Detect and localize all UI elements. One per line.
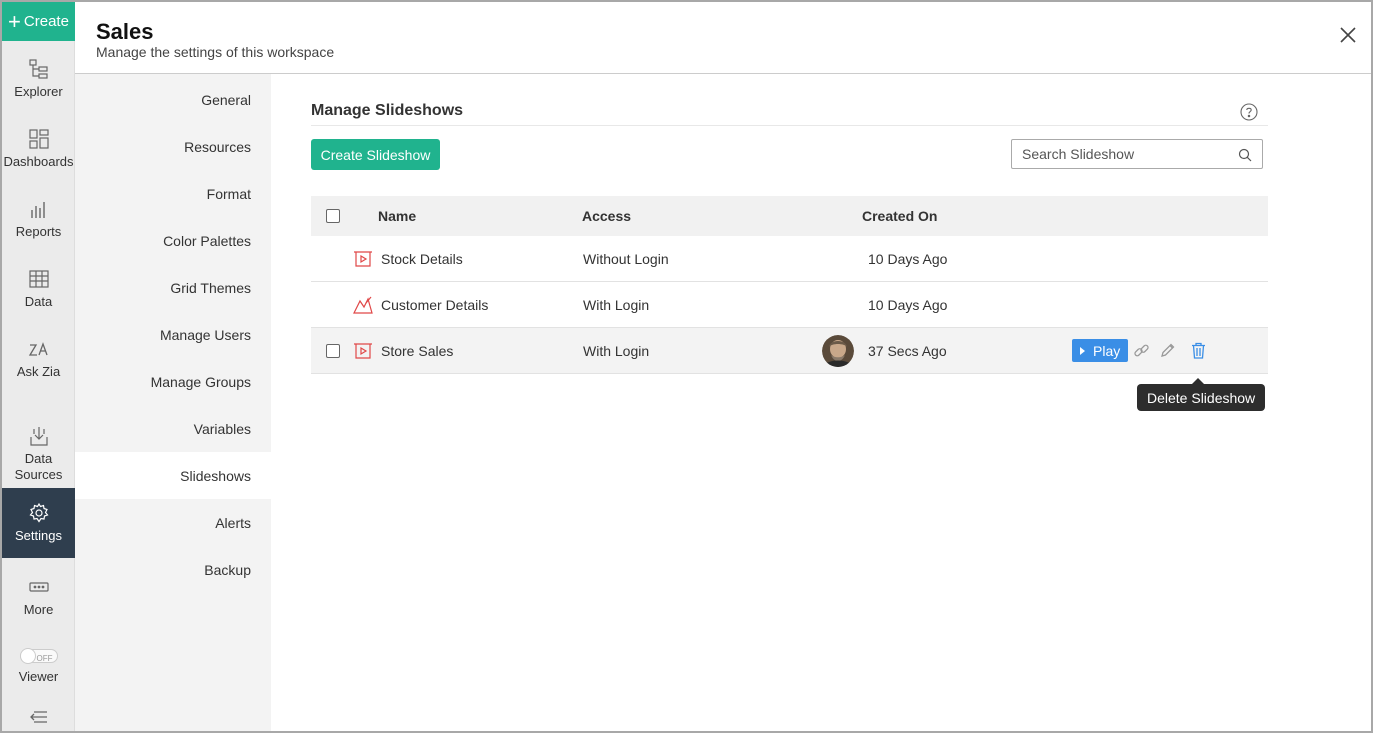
- nav-item-backup[interactable]: Backup: [75, 546, 271, 593]
- viewer-toggle[interactable]: OFF: [19, 648, 58, 664]
- reports-icon: [30, 202, 45, 218]
- select-all-cell: [326, 196, 340, 236]
- rail-item-data-sources[interactable]: Data Sources: [2, 425, 75, 483]
- row-icon-cell: [353, 328, 373, 373]
- rail-item-data[interactable]: Data: [2, 268, 75, 310]
- table-header: Name Access Created On: [311, 196, 1268, 236]
- nav-item-manage-users[interactable]: Manage Users: [75, 311, 271, 358]
- row-name[interactable]: Stock Details: [381, 236, 463, 281]
- nav-item-resources[interactable]: Resources: [75, 123, 271, 170]
- rail-item-reports[interactable]: Reports: [2, 198, 75, 240]
- nav-item-slideshows[interactable]: Slideshows: [75, 452, 271, 499]
- pencil-icon[interactable]: [1159, 342, 1176, 359]
- help-icon[interactable]: [1240, 103, 1258, 121]
- rail-item-viewer[interactable]: OFF Viewer: [2, 648, 75, 685]
- table-row[interactable]: Store Sales With Login 37 Secs Ago Play: [311, 328, 1268, 374]
- close-icon[interactable]: [1337, 24, 1359, 46]
- nav-item-color-palettes[interactable]: Color Palettes: [75, 217, 271, 264]
- search-input[interactable]: [1012, 140, 1232, 168]
- row-access: With Login: [583, 342, 650, 359]
- rail-item-settings[interactable]: Settings: [2, 488, 75, 558]
- column-header-created-on[interactable]: Created On: [862, 196, 937, 236]
- delete-action-cell: [1190, 328, 1207, 373]
- nav-item-grid-themes[interactable]: Grid Themes: [75, 264, 271, 311]
- chart-slideshow-icon: [353, 296, 373, 314]
- rail-item-more[interactable]: More: [2, 576, 75, 618]
- rail-item-explorer[interactable]: Explorer: [2, 58, 75, 100]
- slideshow-icon: [354, 250, 372, 267]
- row-created-on: 37 Secs Ago: [868, 342, 947, 359]
- table-row[interactable]: Customer Details With Login 10 Days Ago: [311, 282, 1268, 328]
- table-row[interactable]: Stock Details Without Login 10 Days Ago: [311, 236, 1268, 282]
- gear-icon: [28, 502, 49, 523]
- delete-tooltip: Delete Slideshow: [1137, 378, 1266, 411]
- link-action-cell: [1133, 328, 1150, 373]
- row-created-on: 10 Days Ago: [868, 296, 948, 313]
- toggle-state: OFF: [36, 654, 53, 663]
- slideshow-table: Name Access Created On Stock Details Wit…: [311, 196, 1268, 374]
- settings-nav: General Resources Format Color Palettes …: [75, 74, 271, 731]
- trash-icon[interactable]: [1190, 342, 1207, 359]
- row-name[interactable]: Customer Details: [381, 282, 488, 327]
- toggle-knob: [19, 648, 36, 664]
- collapse-rail-button[interactable]: [2, 706, 75, 731]
- create-label: Create: [23, 13, 69, 30]
- avatar: [822, 334, 854, 367]
- column-header-name[interactable]: Name: [378, 196, 416, 236]
- page-header: Sales Manage the settings of this worksp…: [75, 2, 1371, 74]
- link-icon[interactable]: [1133, 342, 1150, 359]
- explorer-icon: [28, 59, 48, 79]
- row-icon-cell: [353, 236, 373, 281]
- select-all-checkbox[interactable]: [326, 209, 340, 223]
- plus-icon: +: [8, 8, 21, 34]
- main-content: Manage Slideshows Create Slideshow Name …: [271, 74, 1371, 731]
- data-icon: [28, 270, 49, 288]
- row-access: With Login: [583, 296, 650, 313]
- row-checkbox-cell: [326, 328, 340, 373]
- row-created-on: 10 Days Ago: [868, 250, 948, 267]
- edit-action-cell: [1159, 328, 1176, 373]
- play-icon: [1080, 346, 1085, 355]
- row-icon-cell: [353, 282, 373, 327]
- rail-item-dashboards[interactable]: Dashboards: [2, 128, 75, 170]
- nav-item-general[interactable]: General: [75, 76, 271, 123]
- nav-item-manage-groups[interactable]: Manage Groups: [75, 358, 271, 405]
- create-button[interactable]: + Create: [2, 2, 75, 41]
- data-sources-icon: [29, 427, 48, 446]
- row-checkbox[interactable]: [326, 343, 340, 358]
- rail-item-ask-zia[interactable]: Ask Zia: [2, 338, 75, 380]
- row-access: Without Login: [583, 250, 669, 267]
- collapse-icon: [29, 711, 47, 723]
- left-rail: + Create Explorer Dashboards Reports Dat…: [2, 2, 75, 731]
- settings-window: + Create Explorer Dashboards Reports Dat…: [0, 0, 1373, 733]
- nav-item-alerts[interactable]: Alerts: [75, 499, 271, 546]
- page-subtitle: Manage the settings of this workspace: [96, 44, 335, 60]
- ask-zia-icon: [28, 342, 48, 356]
- nav-item-variables[interactable]: Variables: [75, 405, 271, 452]
- row-actions: Play: [1072, 328, 1129, 373]
- create-slideshow-button[interactable]: Create Slideshow: [311, 139, 440, 170]
- slideshow-icon: [354, 342, 372, 359]
- section-title: Manage Slideshows: [311, 102, 464, 119]
- more-icon: [28, 582, 49, 592]
- search-icon[interactable]: [1238, 148, 1252, 162]
- search-box: [1011, 139, 1263, 169]
- page-title: Sales: [96, 19, 154, 44]
- avatar-cell: [822, 328, 854, 373]
- column-header-access[interactable]: Access: [582, 196, 631, 236]
- dashboards-icon: [28, 129, 49, 149]
- title-divider: [311, 125, 1268, 126]
- row-name[interactable]: Store Sales: [381, 328, 453, 373]
- nav-item-format[interactable]: Format: [75, 170, 271, 217]
- play-button[interactable]: Play: [1072, 339, 1129, 362]
